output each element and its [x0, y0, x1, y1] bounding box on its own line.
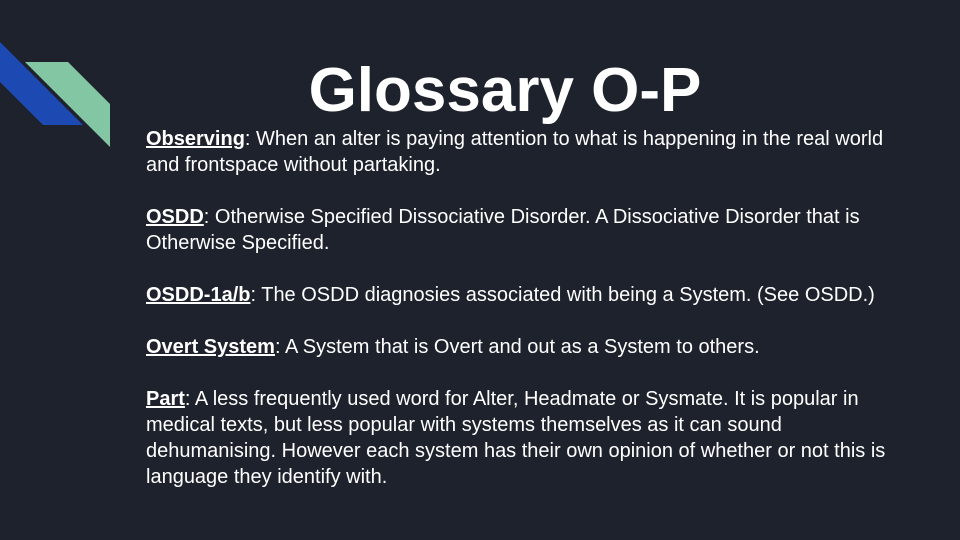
glossary-term: Observing: [146, 128, 245, 150]
glossary-entry-osdd-1ab: OSDD-1a/b: The OSDD diagnosies associate…: [146, 282, 886, 308]
glossary-term: Part: [146, 388, 185, 410]
glossary-definition: : When an alter is paying attention to w…: [146, 128, 884, 176]
glossary-entry-part: Part: A less frequently used word for Al…: [146, 386, 886, 490]
glossary-definition: : A System that is Overt and out as a Sy…: [274, 336, 760, 358]
glossary-term: OSDD-1a/b: [146, 284, 251, 306]
glossary-term: Overt System: [146, 336, 275, 358]
glossary-entry-overt-system: Overt System: A System that is Overt and…: [146, 334, 886, 360]
glossary-definition: : The OSDD diagnosies associated with be…: [250, 284, 875, 306]
glossary-entry-observing: Observing: When an alter is paying atten…: [146, 126, 886, 178]
glossary-entry-osdd: OSDD: Otherwise Specified Dissociative D…: [146, 204, 886, 256]
glossary-term: OSDD: [146, 206, 204, 228]
glossary-definition: : Otherwise Specified Dissociative Disor…: [146, 206, 860, 254]
glossary-definition: : A less frequently used word for Alter,…: [146, 388, 886, 488]
slide-title: Glossary O-P: [308, 56, 702, 125]
glossary-list: Observing: When an alter is paying atten…: [146, 126, 886, 516]
